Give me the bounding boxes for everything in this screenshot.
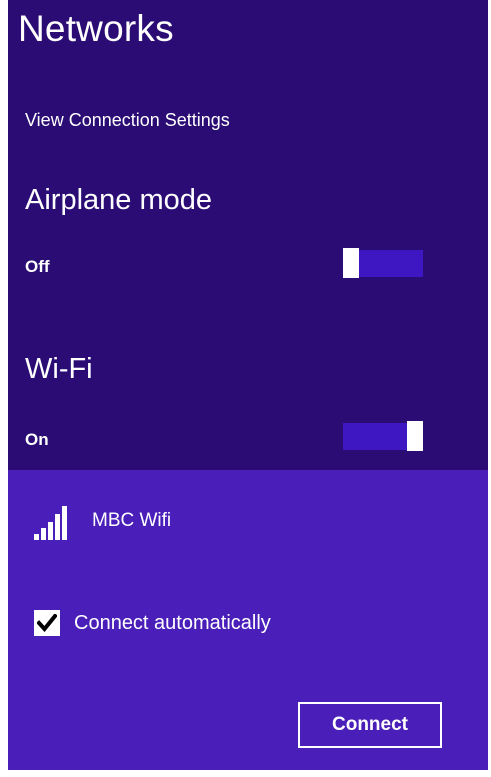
airplane-mode-toggle-knob[interactable] xyxy=(343,248,359,278)
airplane-mode-state: Off xyxy=(25,257,50,276)
connect-automatically-checkbox[interactable] xyxy=(34,610,60,636)
networks-panel: Networks View Connection Settings Airpla… xyxy=(8,0,488,770)
networks-settings-section: Networks View Connection Settings Airpla… xyxy=(8,0,488,470)
page-title: Networks xyxy=(18,8,174,49)
network-name[interactable]: MBC Wifi xyxy=(92,510,171,532)
connect-button[interactable]: Connect xyxy=(298,702,442,748)
network-list: MBC Wifi Connect automatically Connect xyxy=(8,470,488,770)
airplane-mode-toggle[interactable] xyxy=(343,248,423,278)
wifi-toggle[interactable] xyxy=(343,421,423,451)
connect-automatically-row[interactable]: Connect automatically xyxy=(34,610,271,636)
airplane-mode-label: Airplane mode xyxy=(25,184,212,216)
wifi-label: Wi-Fi xyxy=(25,353,93,385)
network-item[interactable] xyxy=(34,506,92,540)
checkmark-icon xyxy=(37,614,57,632)
connect-automatically-label: Connect automatically xyxy=(74,611,271,634)
wifi-state: On xyxy=(25,430,49,449)
signal-strength-icon xyxy=(34,506,74,540)
view-connection-settings-link[interactable]: View Connection Settings xyxy=(25,110,230,131)
wifi-toggle-knob[interactable] xyxy=(407,421,423,451)
